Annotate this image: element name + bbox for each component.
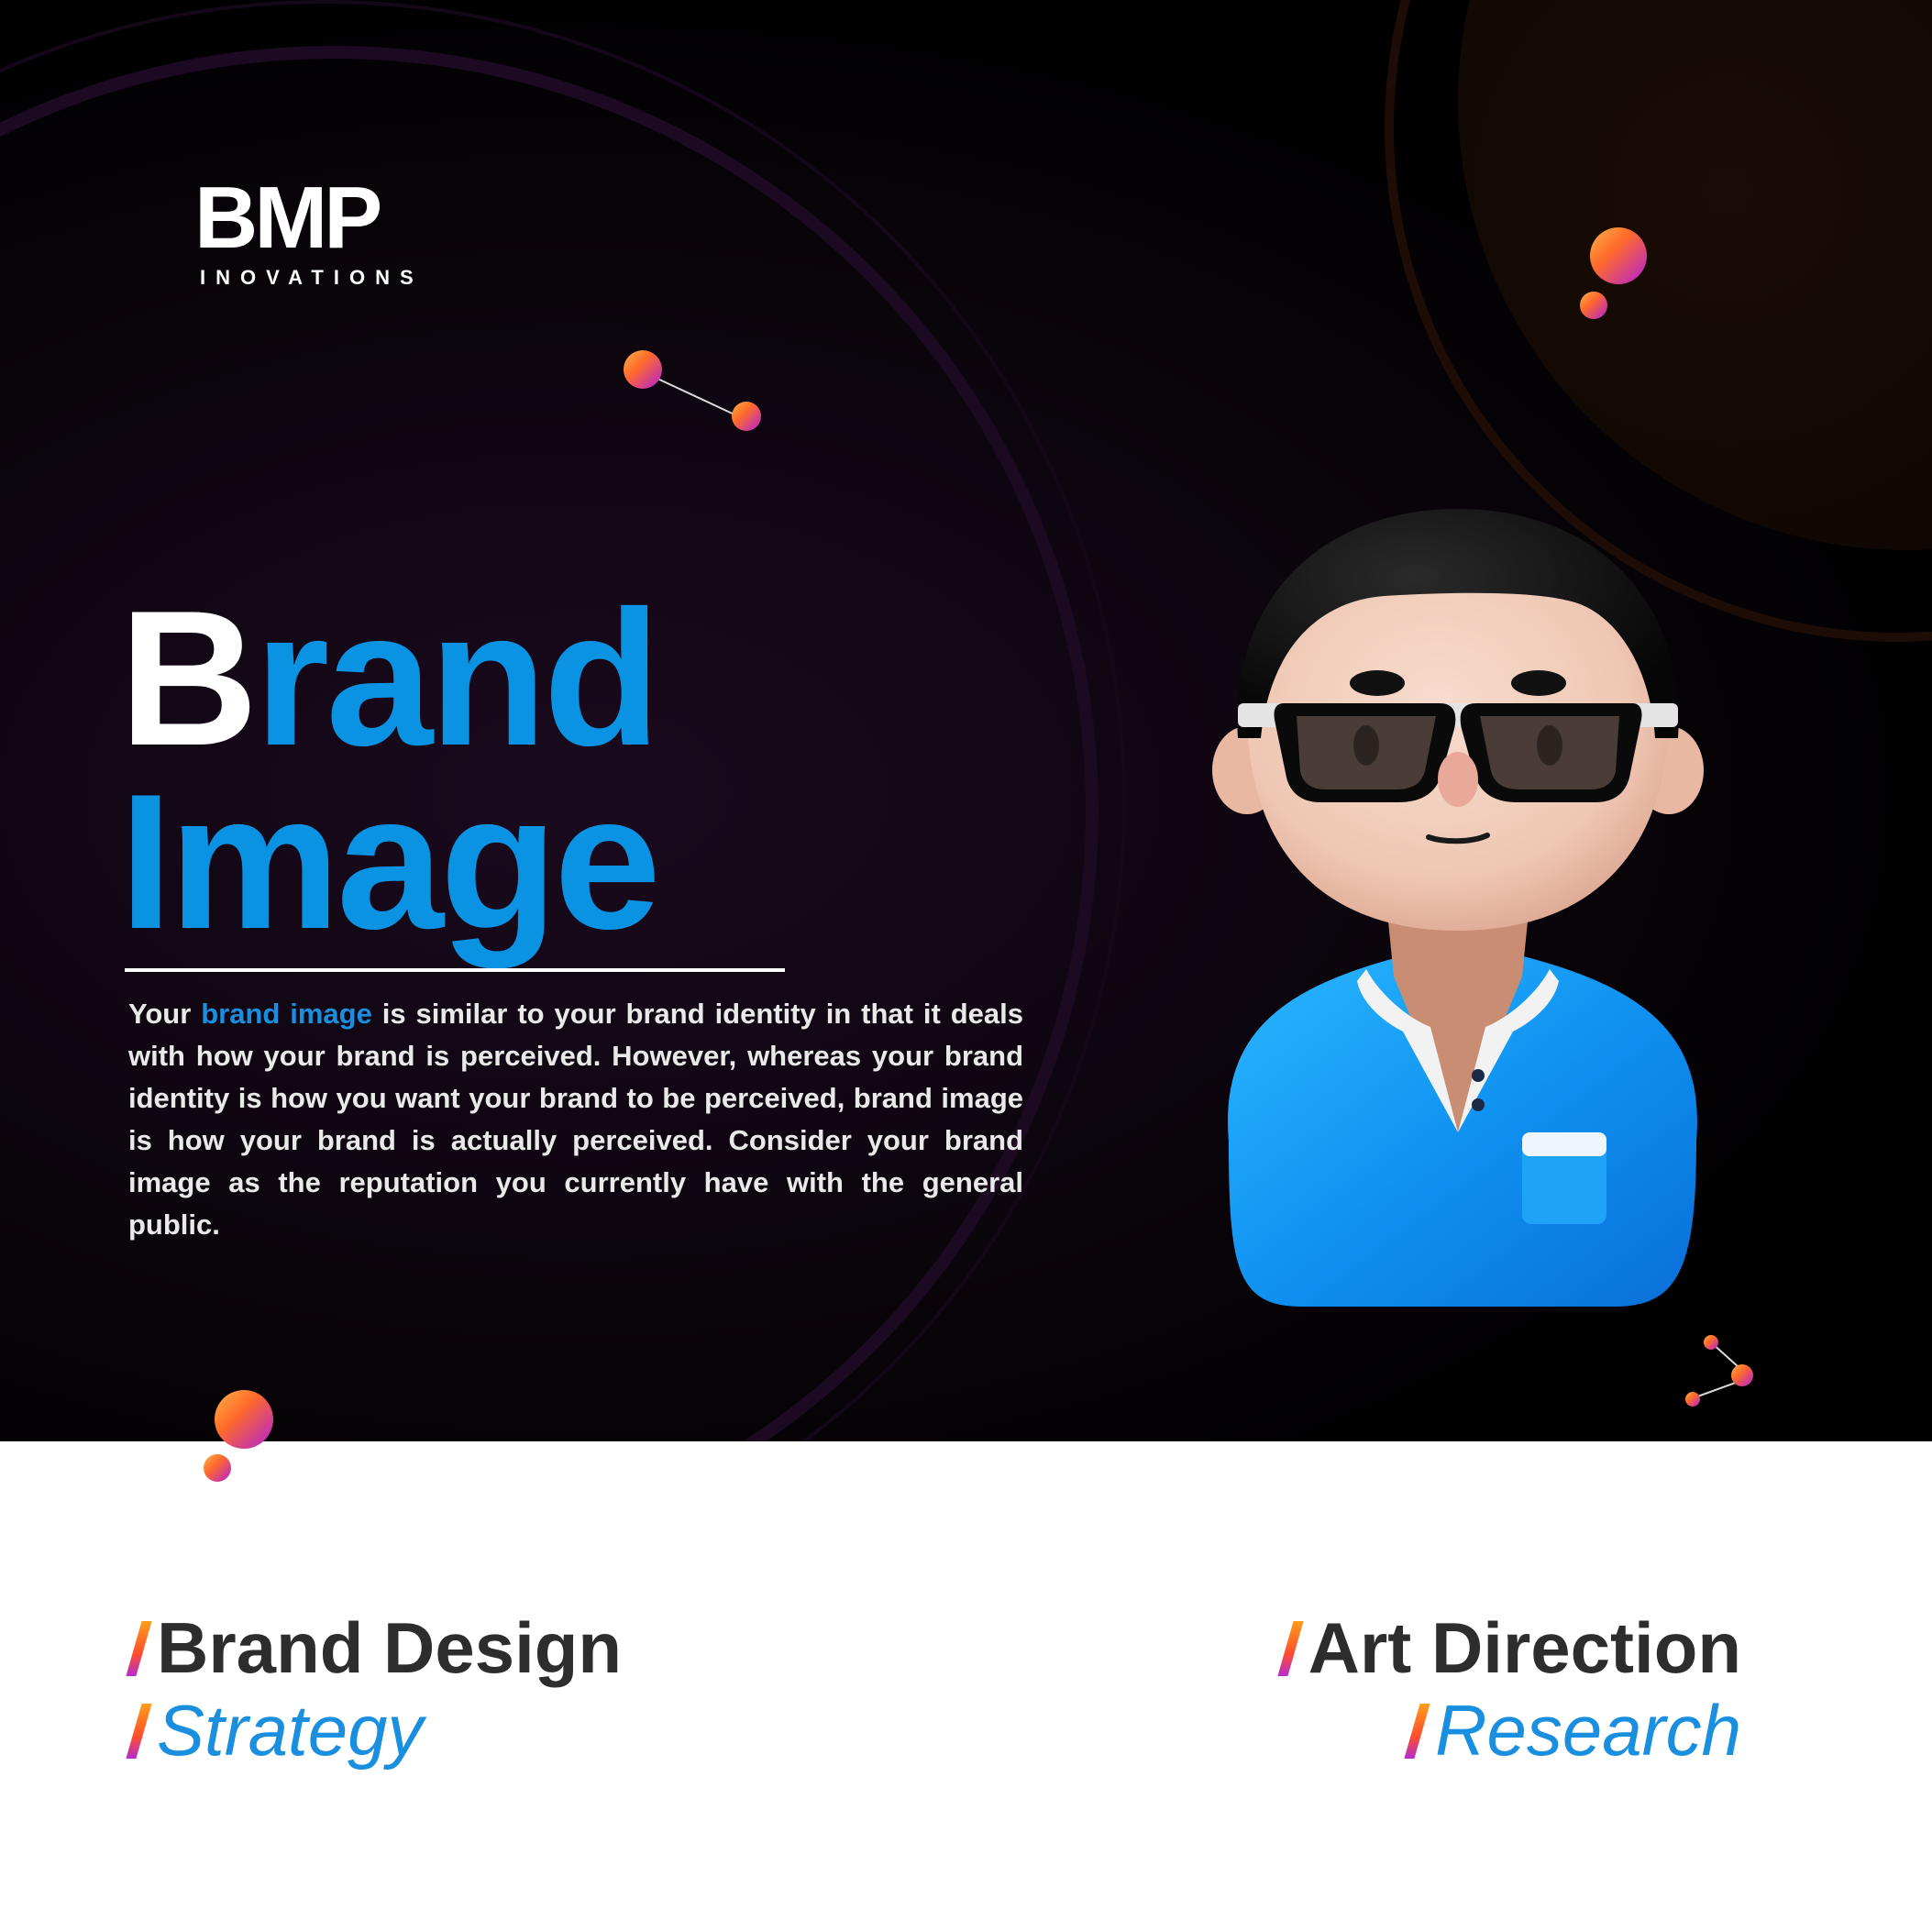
service-strategy-label: Strategy bbox=[157, 1690, 424, 1771]
brand-logo: BMP INOVATIONS bbox=[194, 174, 469, 293]
avatar-man-sunglasses-icon bbox=[1212, 509, 1704, 1307]
logo-subtitle: INOVATIONS bbox=[200, 266, 424, 289]
slash-accent bbox=[126, 1621, 152, 1676]
bubble-dot-large bbox=[215, 1390, 273, 1449]
service-right: Art Direction Research bbox=[1277, 1606, 1741, 1771]
service-research-label: Research bbox=[1435, 1690, 1741, 1771]
body-text-start: Your bbox=[128, 998, 202, 1030]
service-art-direction-label: Art Direction bbox=[1308, 1607, 1741, 1688]
logo-mark: BMP bbox=[194, 169, 382, 267]
bubble-dot-small bbox=[1580, 292, 1607, 319]
service-brand-design-label: Brand Design bbox=[157, 1607, 623, 1688]
headline-line-2: Image bbox=[119, 754, 661, 969]
molecule-dot bbox=[732, 402, 761, 431]
molecule-dot bbox=[624, 350, 662, 389]
body-paragraph: Your brand image is similar to your bran… bbox=[128, 993, 1023, 1246]
service-left: Brand Design Strategy bbox=[126, 1606, 623, 1771]
service-research: Research bbox=[1286, 1689, 1741, 1771]
bubble-dot-small bbox=[204, 1454, 231, 1482]
body-highlight: brand image bbox=[201, 998, 372, 1030]
bubble-dot-large bbox=[1590, 227, 1647, 284]
molecule-dot bbox=[1704, 1335, 1718, 1350]
slash-accent bbox=[1404, 1704, 1430, 1759]
service-strategy: Strategy bbox=[126, 1689, 622, 1771]
slash-accent bbox=[126, 1704, 152, 1759]
molecule-dot bbox=[1685, 1392, 1700, 1407]
slash-accent bbox=[1277, 1621, 1304, 1676]
headline-line-1: Brand bbox=[119, 582, 661, 775]
molecule-dot bbox=[1731, 1364, 1753, 1386]
body-text-rest: is similar to your brand identity in tha… bbox=[128, 998, 1023, 1241]
service-brand-design: Brand Design bbox=[126, 1606, 623, 1689]
dark-hero-panel: BMP INOVATIONS Brand Image Your brand im… bbox=[0, 0, 1932, 1441]
headline-underline bbox=[125, 968, 785, 972]
service-art-direction: Art Direction bbox=[1277, 1606, 1741, 1689]
headline: Brand Image bbox=[119, 582, 661, 969]
poster: BMP INOVATIONS Brand Image Your brand im… bbox=[0, 0, 1932, 1931]
